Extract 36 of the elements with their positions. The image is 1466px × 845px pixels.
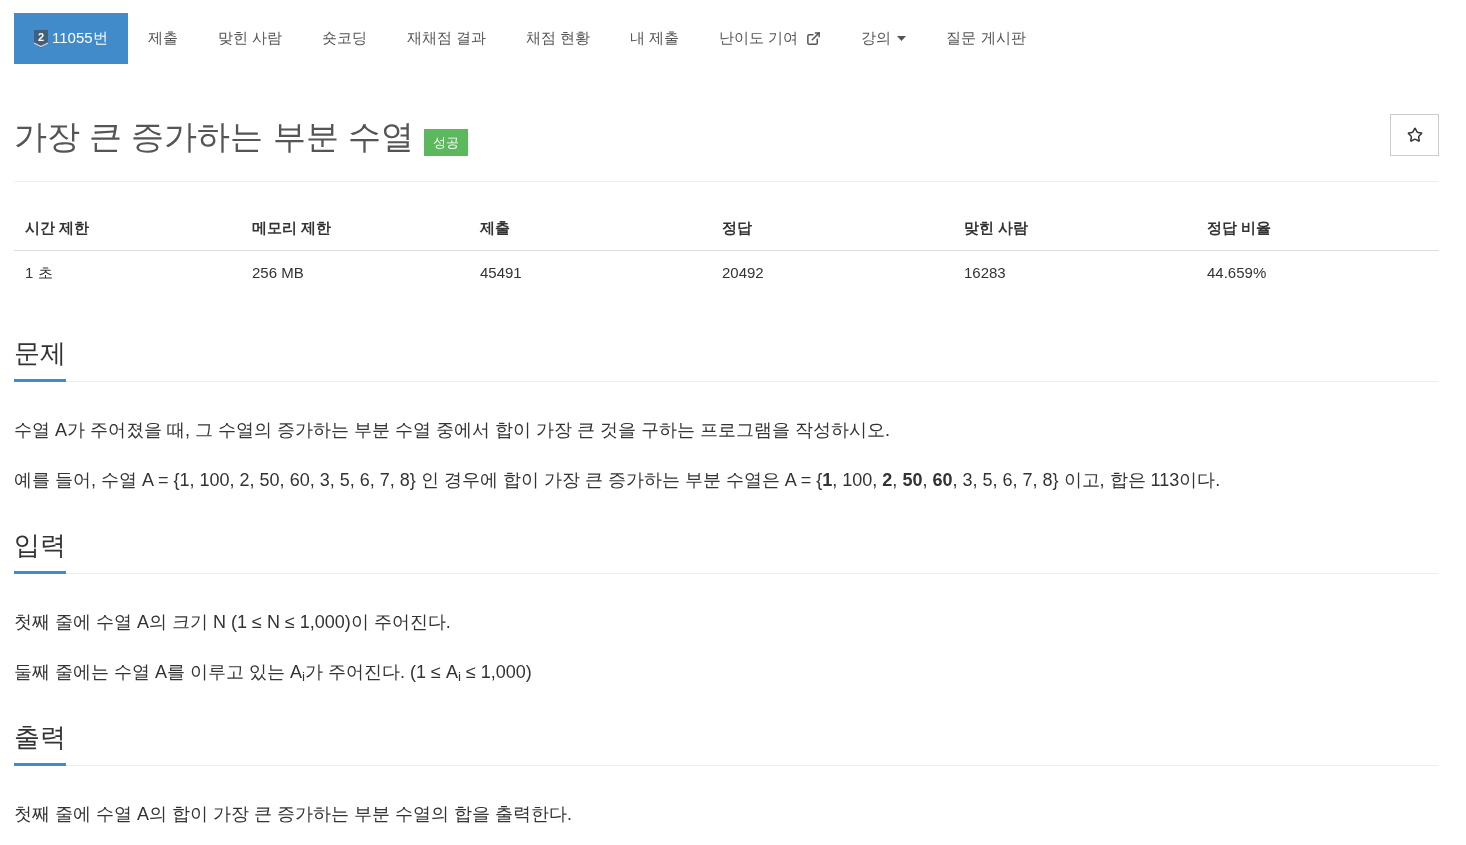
nav-tab[interactable]: 질문 게시판 (926, 13, 1046, 64)
table-cell-text: 45491 (479, 263, 523, 283)
table-cell-text: 16283 (963, 263, 1007, 283)
section-heading: 문제 (14, 335, 66, 382)
table-header: 시간 제한 (24, 218, 91, 238)
tier-badge: 2 (34, 29, 48, 48)
table-header: 제출 (479, 218, 511, 238)
section-paragraph: 둘째 줄에는 수열 A를 이루고 있는 A$_{i}$가 주어진다. (1 ≤ A$_{i}$ ≤ 1,000) (14, 661, 533, 687)
nav-tab[interactable]: 맞힌 사람 (197, 13, 302, 64)
table-header: 정답 (721, 218, 753, 238)
nav-tab[interactable]: 채점 현황 (505, 13, 611, 64)
nav-tab[interactable]: 숏코딩 (301, 13, 387, 64)
nav-tab[interactable]: 내 제출 (610, 13, 700, 64)
section-paragraph: 예를 들어, 수열 A = {1, 100, 2, 50, 60, 3, 5, 6, 7, 8} 인 경우에 합이 가장 큰 증가하는 부분 수열은 A = {1, 100, 2, 50, 60, 3, 5, 6, 7, 8} 이고, 합은 113이다. (14, 469, 1222, 492)
favorite-button[interactable] (1390, 114, 1439, 156)
section-heading: 출력 (14, 719, 66, 766)
caret-icon (897, 36, 907, 41)
problem-title: 가장 큰 증가하는 부분 수열 (14, 117, 414, 157)
table-header: 정답 비율 (1206, 218, 1273, 238)
nav-tab[interactable]: 난이도 기여 (699, 13, 842, 64)
nav-tab[interactable]: 재채점 결과 (386, 13, 506, 64)
nav-tab[interactable]: 2 11055번 (14, 13, 128, 64)
nav-tab[interactable]: 제출 (127, 13, 198, 64)
table-cell-text: 1 초 (24, 263, 54, 283)
table-cell-text: 256 MB (251, 263, 305, 283)
section-paragraph: 첫째 줄에 수열 A의 합이 가장 큰 증가하는 부분 수열의 합을 출력한다. (14, 803, 574, 826)
result-badge: 성공 (423, 129, 468, 156)
section-paragraph: 수열 A가 주어졌을 때, 그 수열의 증가하는 부분 수열 중에서 합이 가장 큰 것을 구하는 프로그램을 작성하시오. (14, 419, 892, 442)
section-heading: 입력 (14, 527, 66, 574)
external-link-icon (806, 31, 822, 46)
table-cell-text: 20492 (721, 263, 765, 283)
section-paragraph: 첫째 줄에 수열 A의 크기 N (1 ≤ N ≤ 1,000)이 주어진다. (14, 611, 452, 634)
table-header: 메모리 제한 (251, 218, 333, 238)
nav-tab[interactable]: 강의 (841, 13, 927, 64)
table-cell-text: 44.659% (1206, 263, 1268, 283)
table-header: 맞힌 사람 (963, 218, 1030, 238)
